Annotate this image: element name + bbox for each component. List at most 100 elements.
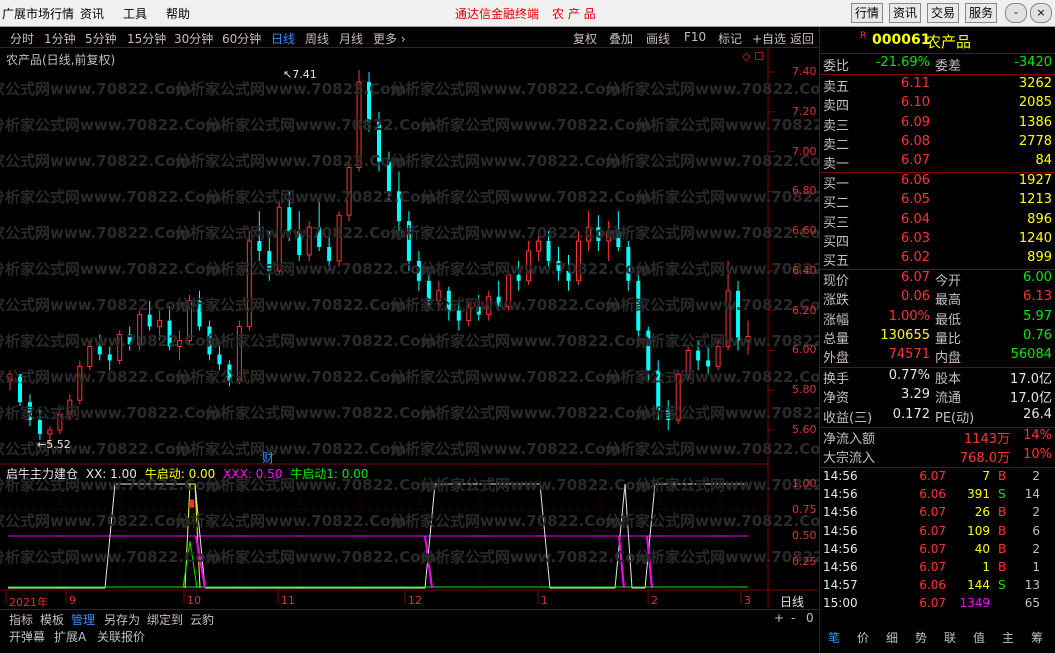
stat-label: 现价: [823, 274, 850, 289]
series-xxx-value: 0.50: [255, 467, 283, 481]
quote-tab[interactable]: 笔: [820, 629, 848, 646]
series-xx-value: 1.00: [110, 467, 137, 481]
weibi-value: -21.69%: [875, 55, 930, 70]
quote-tab[interactable]: 筹: [1023, 629, 1051, 646]
period-5min[interactable]: 5分钟: [85, 30, 117, 47]
menu-market[interactable]: 广展市场行情: [2, 5, 74, 22]
ask-row[interactable]: 卖二 6.08 2778: [820, 134, 1052, 153]
bid-label: 买一: [823, 177, 850, 192]
candle-body: [217, 354, 222, 365]
ask-price: 6.10: [901, 95, 930, 111]
danmaku-button[interactable]: 开弹幕: [9, 628, 45, 645]
tick-count: 2: [1032, 505, 1040, 520]
flow-percent: 10%: [1023, 447, 1052, 463]
tick-volume: 391: [967, 487, 990, 502]
f10-button[interactable]: F10: [684, 30, 706, 44]
minimize-icon[interactable]: -: [1005, 3, 1027, 23]
fundamental-row: 净资 3.29 流通 17.0亿: [820, 387, 1052, 406]
ask-volume: 1386: [1018, 114, 1052, 130]
bid-row[interactable]: 买一 6.06 1927: [820, 173, 1052, 192]
tab-manage[interactable]: 管理: [71, 611, 95, 628]
trade-button[interactable]: 交易: [927, 3, 960, 23]
price-tick-label: 7.20: [792, 104, 817, 118]
tick-count: 14: [1024, 487, 1040, 502]
bid-price: 6.02: [901, 250, 930, 266]
ask-row[interactable]: 卖五 6.11 3262: [820, 76, 1052, 95]
ask-row[interactable]: 卖三 6.09 1386: [820, 115, 1052, 134]
service-button[interactable]: 服务: [965, 3, 998, 23]
menu-tools[interactable]: 工具: [123, 5, 147, 22]
close-icon[interactable]: ×: [1030, 3, 1052, 23]
menu-info[interactable]: 资讯: [80, 5, 104, 22]
tick-time: 14:56: [823, 469, 858, 483]
add-favorite-button[interactable]: +自选: [752, 30, 786, 47]
tab-bind-to[interactable]: 绑定到: [147, 611, 183, 628]
date-tick-label: 2: [651, 594, 658, 607]
ask-row[interactable]: 卖一 6.07 84: [820, 153, 1052, 172]
back-button[interactable]: 返回: [790, 30, 814, 47]
period-daily[interactable]: 日线: [271, 30, 295, 47]
quote-tab[interactable]: 值: [965, 629, 993, 646]
bid-row[interactable]: 买二 6.05 1213: [820, 192, 1052, 211]
quote-tab[interactable]: 势: [907, 629, 935, 646]
tab-template[interactable]: 模板: [40, 611, 64, 628]
stat-value: 74571: [888, 347, 930, 363]
menu-help[interactable]: 帮助: [166, 5, 190, 22]
bid-price: 6.03: [901, 230, 930, 246]
tab-cloud[interactable]: 云豹: [190, 611, 214, 628]
finance-event-marker[interactable]: 财: [262, 449, 274, 466]
mark-button[interactable]: 标记: [718, 30, 742, 47]
overlay-button[interactable]: 叠加: [609, 30, 633, 47]
fundamental-label: 流通: [935, 391, 962, 407]
period-more[interactable]: 更多 ›: [373, 30, 406, 47]
quote-tab[interactable]: 联: [936, 629, 964, 646]
ask-price: 6.07: [901, 153, 930, 169]
stat-row: 外盘 74571 内盘 56084: [820, 347, 1052, 366]
tick-count: 65: [1024, 596, 1040, 611]
zoom-in-button[interactable]: +: [774, 611, 784, 625]
bid-row[interactable]: 买三 6.04 896: [820, 212, 1052, 231]
period-30min[interactable]: 30分钟: [174, 30, 213, 47]
watermark-text: 分析家公式网www.70822.Com: [175, 152, 407, 170]
indicator-name: 启牛主力建仓: [6, 467, 79, 481]
menu-bar: 广展市场行情 资讯 工具 帮助 通达信金融终端 农 产 品 行情 资讯 交易 服…: [0, 0, 1055, 27]
period-60min[interactable]: 60分钟: [222, 30, 261, 47]
watermark-text: 分析家公式网www.70822.Com: [205, 404, 437, 422]
period-15min[interactable]: 15分钟: [127, 30, 166, 47]
indicator-series-niu: 牛启动: 0.00: [144, 467, 216, 481]
chart-settings-icon[interactable]: ◇ ☐: [742, 50, 764, 63]
related-quote-button[interactable]: 关联报价: [97, 628, 145, 645]
bid-price: 6.05: [901, 192, 930, 208]
tab-save-as[interactable]: 另存为: [104, 611, 140, 628]
quote-tab[interactable]: 细: [878, 629, 906, 646]
tick-price: 6.07: [919, 505, 946, 520]
period-weekly[interactable]: 周线: [305, 30, 329, 47]
draw-line-button[interactable]: 画线: [646, 30, 670, 47]
adjust-button[interactable]: 复权: [573, 30, 597, 47]
stat-label: 涨跌: [823, 293, 850, 309]
price-tick-label: 7.40: [792, 65, 817, 78]
watermark-text: 分析家公式网www.70822.Com: [605, 440, 837, 458]
indicator-tick-label: 0.75: [792, 503, 817, 516]
date-tick-label: 11: [281, 594, 295, 607]
period-monthly[interactable]: 月线: [339, 30, 363, 47]
quote-tab[interactable]: 主: [994, 629, 1022, 646]
watermark-text: 分析家公式网www.70822.Com: [420, 404, 652, 422]
quote-tab[interactable]: 价: [849, 629, 877, 646]
extension-button[interactable]: 扩展A: [54, 628, 86, 645]
ask-row[interactable]: 卖四 6.10 2085: [820, 95, 1052, 114]
tab-indicator[interactable]: 指标: [9, 611, 33, 628]
high-marker-value: 7.41: [292, 68, 317, 81]
quote-button[interactable]: 行情: [851, 3, 884, 23]
ask-label: 卖二: [823, 137, 850, 153]
bid-row[interactable]: 买五 6.02 899: [820, 250, 1052, 269]
date-tick-label: 9: [69, 594, 76, 607]
watermark-text: 分析家公式网www.70822.Com: [0, 332, 222, 350]
news-button[interactable]: 资讯: [889, 3, 922, 23]
zoom-out-button[interactable]: -: [791, 611, 795, 625]
bid-row[interactable]: 买四 6.03 1240: [820, 231, 1052, 250]
reset-button[interactable]: 0: [806, 611, 814, 625]
period-1min[interactable]: 1分钟: [44, 30, 76, 47]
flow-percent: 14%: [1023, 428, 1052, 443]
period-timeshare[interactable]: 分时: [10, 30, 34, 47]
